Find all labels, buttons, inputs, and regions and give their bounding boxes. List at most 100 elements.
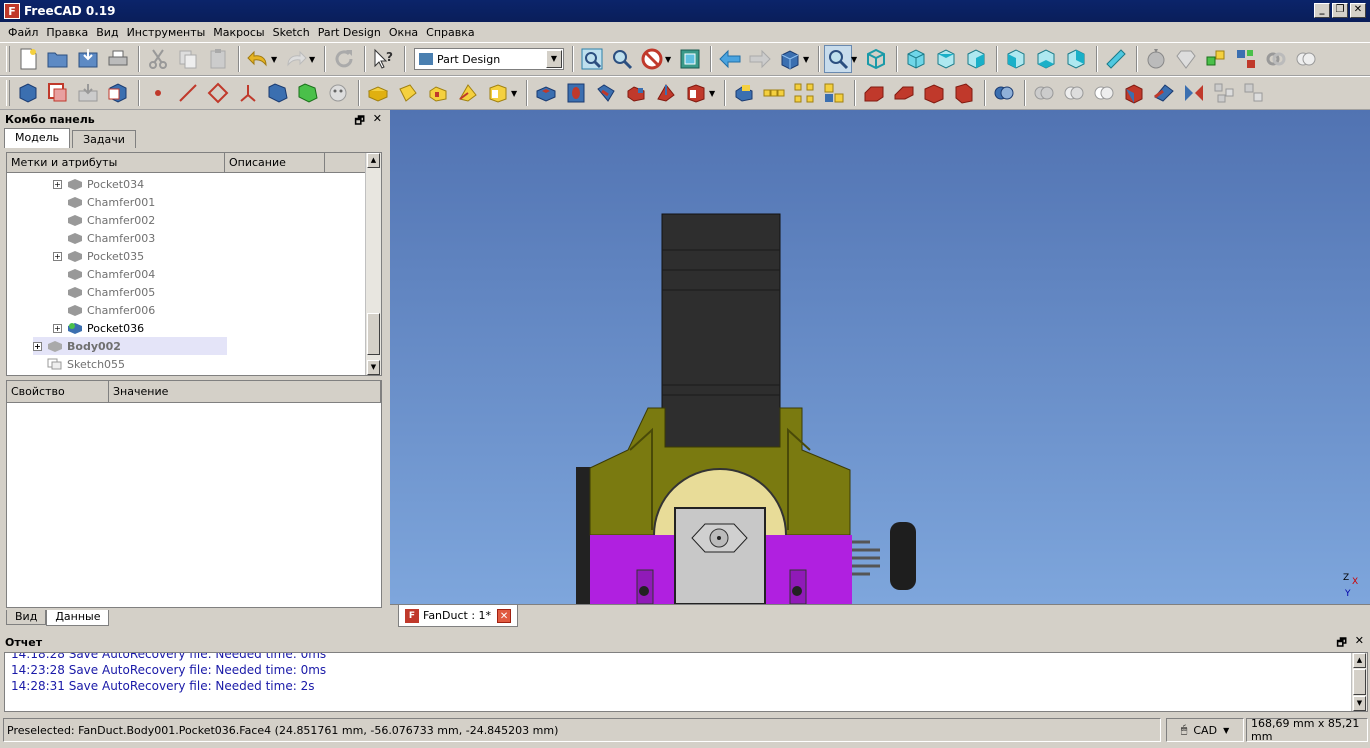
document-tab[interactable]: F FanDuct : 1* ✕ — [398, 605, 519, 627]
create-body-icon[interactable] — [14, 79, 42, 107]
expand-icon[interactable]: + — [53, 179, 62, 189]
pad-icon[interactable] — [364, 79, 392, 107]
tree-item[interactable]: + Pocket034 — [53, 175, 144, 193]
fit-all-icon[interactable] — [578, 45, 606, 73]
property-column-name[interactable]: Свойство — [7, 381, 109, 402]
cut-icon[interactable] — [144, 45, 172, 73]
paste-icon[interactable] — [204, 45, 232, 73]
whats-this-icon[interactable]: ? — [370, 45, 398, 73]
minimize-button[interactable]: _ — [1314, 3, 1330, 18]
pocket-icon[interactable] — [532, 79, 560, 107]
tree-scrollbar[interactable]: ▲ ▼ — [365, 153, 381, 375]
save-button[interactable] — [74, 45, 102, 73]
menu-tools[interactable]: Инструменты — [123, 26, 210, 39]
part-colored-cubes-icon[interactable] — [1232, 45, 1260, 73]
diamond-icon[interactable] — [1172, 45, 1200, 73]
tree-item[interactable]: + Pocket035 — [53, 247, 144, 265]
tab-data[interactable]: Данные — [46, 610, 110, 626]
report-log[interactable]: 14:18:28 Save AutoRecovery file: Needed … — [4, 652, 1368, 712]
scroll-up-icon[interactable]: ▲ — [367, 153, 380, 168]
subshape-binder-icon[interactable] — [294, 79, 322, 107]
fit-selection-icon[interactable] — [608, 45, 636, 73]
tree-item[interactable]: Chamfer006 — [67, 301, 155, 319]
validate-sketch-icon[interactable] — [104, 79, 132, 107]
menu-file[interactable]: Файл — [4, 26, 42, 39]
tree-column-description[interactable]: Описание — [225, 153, 325, 172]
tree-item[interactable]: Sketch055 — [47, 355, 125, 373]
subtractive-primitive-icon[interactable] — [682, 79, 710, 107]
close-tab-icon[interactable]: ✕ — [497, 608, 512, 623]
datum-plane-icon[interactable] — [204, 79, 232, 107]
close-button[interactable]: ✕ — [1350, 3, 1366, 18]
float-panel-icon[interactable]: 🗗 — [354, 112, 364, 131]
multi-transform-icon[interactable] — [820, 79, 848, 107]
part-cubes-icon[interactable] — [1202, 45, 1230, 73]
float-panel-icon[interactable]: 🗗 — [1336, 634, 1346, 653]
scroll-thumb[interactable] — [1353, 669, 1366, 695]
forward-arrow-icon[interactable] — [746, 45, 774, 73]
bottom-view-icon[interactable] — [1032, 45, 1060, 73]
additive-primitive-icon[interactable] — [484, 79, 512, 107]
links-icon[interactable] — [1262, 45, 1290, 73]
back-arrow-icon[interactable] — [716, 45, 744, 73]
close-panel-icon[interactable]: ✕ — [373, 112, 382, 131]
subtractive-primitive-dropdown-icon[interactable]: ▼ — [709, 89, 717, 98]
additive-primitive-dropdown-icon[interactable]: ▼ — [511, 89, 519, 98]
bounding-box-icon[interactable] — [676, 45, 704, 73]
tree-item[interactable]: Chamfer002 — [67, 211, 155, 229]
left-view-icon[interactable] — [1062, 45, 1090, 73]
workbench-selector[interactable]: Part Design ▼ — [414, 48, 564, 70]
cut-shape-icon[interactable] — [1090, 79, 1118, 107]
expand-icon[interactable]: + — [53, 251, 62, 261]
hole-icon[interactable] — [562, 79, 590, 107]
close-panel-icon[interactable]: ✕ — [1355, 634, 1364, 653]
menu-edit[interactable]: Правка — [42, 26, 92, 39]
draw-style-icon[interactable] — [638, 45, 666, 73]
sprocket-icon[interactable] — [1120, 79, 1148, 107]
print-button[interactable] — [104, 45, 132, 73]
scroll-thumb[interactable] — [367, 313, 380, 355]
fillet-icon[interactable] — [860, 79, 888, 107]
redo-icon[interactable] — [282, 45, 310, 73]
tab-tasks[interactable]: Задачи — [72, 130, 136, 148]
model-render[interactable]: Z X Y — [390, 110, 1370, 604]
toolbar-grip[interactable] — [6, 46, 10, 72]
draw-style-dropdown-icon[interactable]: ▼ — [665, 55, 673, 64]
boolean-op-icon[interactable] — [990, 79, 1018, 107]
redo-dropdown-icon[interactable]: ▼ — [309, 55, 317, 64]
draft-icon[interactable] — [920, 79, 948, 107]
top-view-icon[interactable] — [932, 45, 960, 73]
shaft-wizard-icon[interactable] — [1180, 79, 1208, 107]
common-icon[interactable] — [1060, 79, 1088, 107]
std-view-icon[interactable] — [776, 45, 804, 73]
extra-transform-icon[interactable] — [1240, 79, 1268, 107]
measure-icon[interactable] — [1102, 45, 1130, 73]
new-document-button[interactable] — [14, 45, 42, 73]
3d-viewport[interactable]: Z X Y — [390, 110, 1370, 604]
tree-item-body[interactable]: + Body002 — [33, 337, 227, 355]
datum-line-icon[interactable] — [174, 79, 202, 107]
expand-icon[interactable]: + — [53, 323, 62, 333]
polar-pattern-icon[interactable] — [790, 79, 818, 107]
rear-view-icon[interactable] — [1002, 45, 1030, 73]
chevron-down-icon[interactable]: ▼ — [546, 50, 562, 68]
menu-part-design[interactable]: Part Design — [314, 26, 385, 39]
subtractive-pipe-icon[interactable] — [652, 79, 680, 107]
tree-item[interactable]: Chamfer005 — [67, 283, 155, 301]
groove-icon[interactable] — [592, 79, 620, 107]
zoom-icon[interactable] — [824, 45, 852, 73]
menu-macros[interactable]: Макросы — [209, 26, 268, 39]
restore-button[interactable]: ❐ — [1332, 3, 1348, 18]
copy-icon[interactable] — [174, 45, 202, 73]
shape-binder-icon[interactable] — [264, 79, 292, 107]
tree-item[interactable]: Chamfer003 — [67, 229, 155, 247]
front-view-icon[interactable] — [902, 45, 930, 73]
chamfer-icon[interactable] — [890, 79, 918, 107]
undo-dropdown-icon[interactable]: ▼ — [271, 55, 279, 64]
report-scrollbar[interactable]: ▲ ▼ — [1351, 653, 1367, 711]
tree-item-active[interactable]: + Pocket036 — [53, 319, 144, 337]
navigation-style-selector[interactable]: 🖱 CAD ▼ — [1166, 718, 1244, 742]
thickness-icon[interactable] — [950, 79, 978, 107]
tab-model[interactable]: Модель — [4, 128, 71, 148]
mirrored-icon[interactable] — [730, 79, 758, 107]
